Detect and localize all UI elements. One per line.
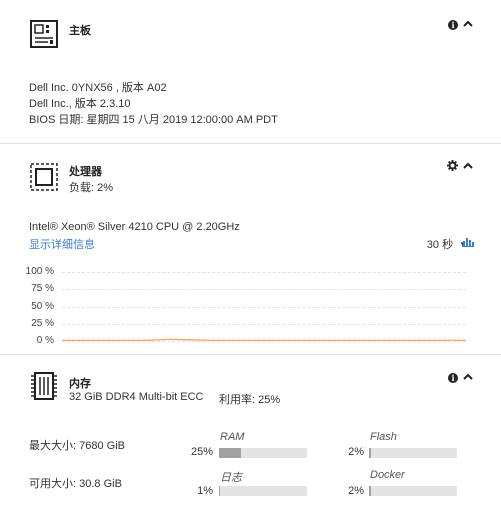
motherboard-icon <box>30 20 58 48</box>
ram-bar-percent: 25% <box>190 446 213 458</box>
docker-usage-bar <box>369 486 457 496</box>
interval-value: 30 秒 <box>426 239 454 251</box>
info-icon[interactable]: i <box>448 19 458 30</box>
cpu-model: Intel® Xeon® Silver 4210 CPU @ 2.20GHz <box>29 221 240 233</box>
info-icon[interactable]: i <box>448 372 458 383</box>
processor-icon <box>30 163 58 191</box>
show-details-link[interactable]: 显示详细信息 <box>29 236 95 252</box>
memory-section: 内存 32 GiB DDR4 Multi-bit ECC 利用率: 25% i … <box>0 355 501 509</box>
collapse-chevron-icon[interactable] <box>463 19 473 30</box>
collapse-chevron-icon[interactable] <box>463 372 473 383</box>
max-size: 最大大小: 7680 GiB <box>29 440 125 452</box>
motherboard-vendor: Dell Inc., 版本 2.3.10 <box>29 98 131 110</box>
docker-bar-label: Docker <box>370 469 405 481</box>
bios-date: BIOS 日期: 星期四 15 八月 2019 12:00:00 AM PDT <box>29 114 278 126</box>
flash-usage-bar <box>369 448 457 458</box>
memory-title: 内存 <box>69 378 91 390</box>
interval-selector[interactable]: 30 秒 ▼ <box>427 236 467 252</box>
ram-bar-label: RAM <box>220 431 245 443</box>
processor-actions <box>447 160 473 173</box>
cpu-load-series-line <box>62 338 467 341</box>
log-bar-percent: 1% <box>197 485 213 497</box>
log-bar-label: 日志 <box>220 472 242 484</box>
processor-load: 负载: 2% <box>69 182 114 194</box>
cpu-usage-chart: 100 % 75 % 50 % 25 % 0 % <box>0 262 501 352</box>
flash-bar-label: Flash <box>370 431 397 443</box>
gear-icon[interactable] <box>447 160 458 173</box>
available-size: 可用大小: 30.8 GiB <box>29 478 122 490</box>
memory-usage: 利用率: 25% <box>219 394 281 406</box>
collapse-chevron-icon[interactable] <box>463 161 473 172</box>
bar-chart-icon[interactable] <box>462 237 474 247</box>
memory-icon <box>31 372 57 400</box>
processor-title: 处理器 <box>69 166 102 178</box>
log-usage-bar <box>219 486 307 496</box>
ram-usage-bar <box>219 448 307 458</box>
motherboard-model: Dell Inc. 0YNX56 , 版本 A02 <box>29 82 167 94</box>
motherboard-title: 主板 <box>69 25 91 37</box>
memory-spec: 32 GiB DDR4 Multi-bit ECC <box>69 391 204 403</box>
cpu-line-plot <box>62 338 467 341</box>
docker-bar-percent: 2% <box>348 485 364 497</box>
flash-bar-percent: 2% <box>348 446 364 458</box>
motherboard-section: 主板 i Dell Inc. 0YNX56 , 版本 A02 Dell Inc.… <box>0 0 501 143</box>
memory-actions: i <box>448 372 473 383</box>
motherboard-actions: i <box>448 19 473 30</box>
